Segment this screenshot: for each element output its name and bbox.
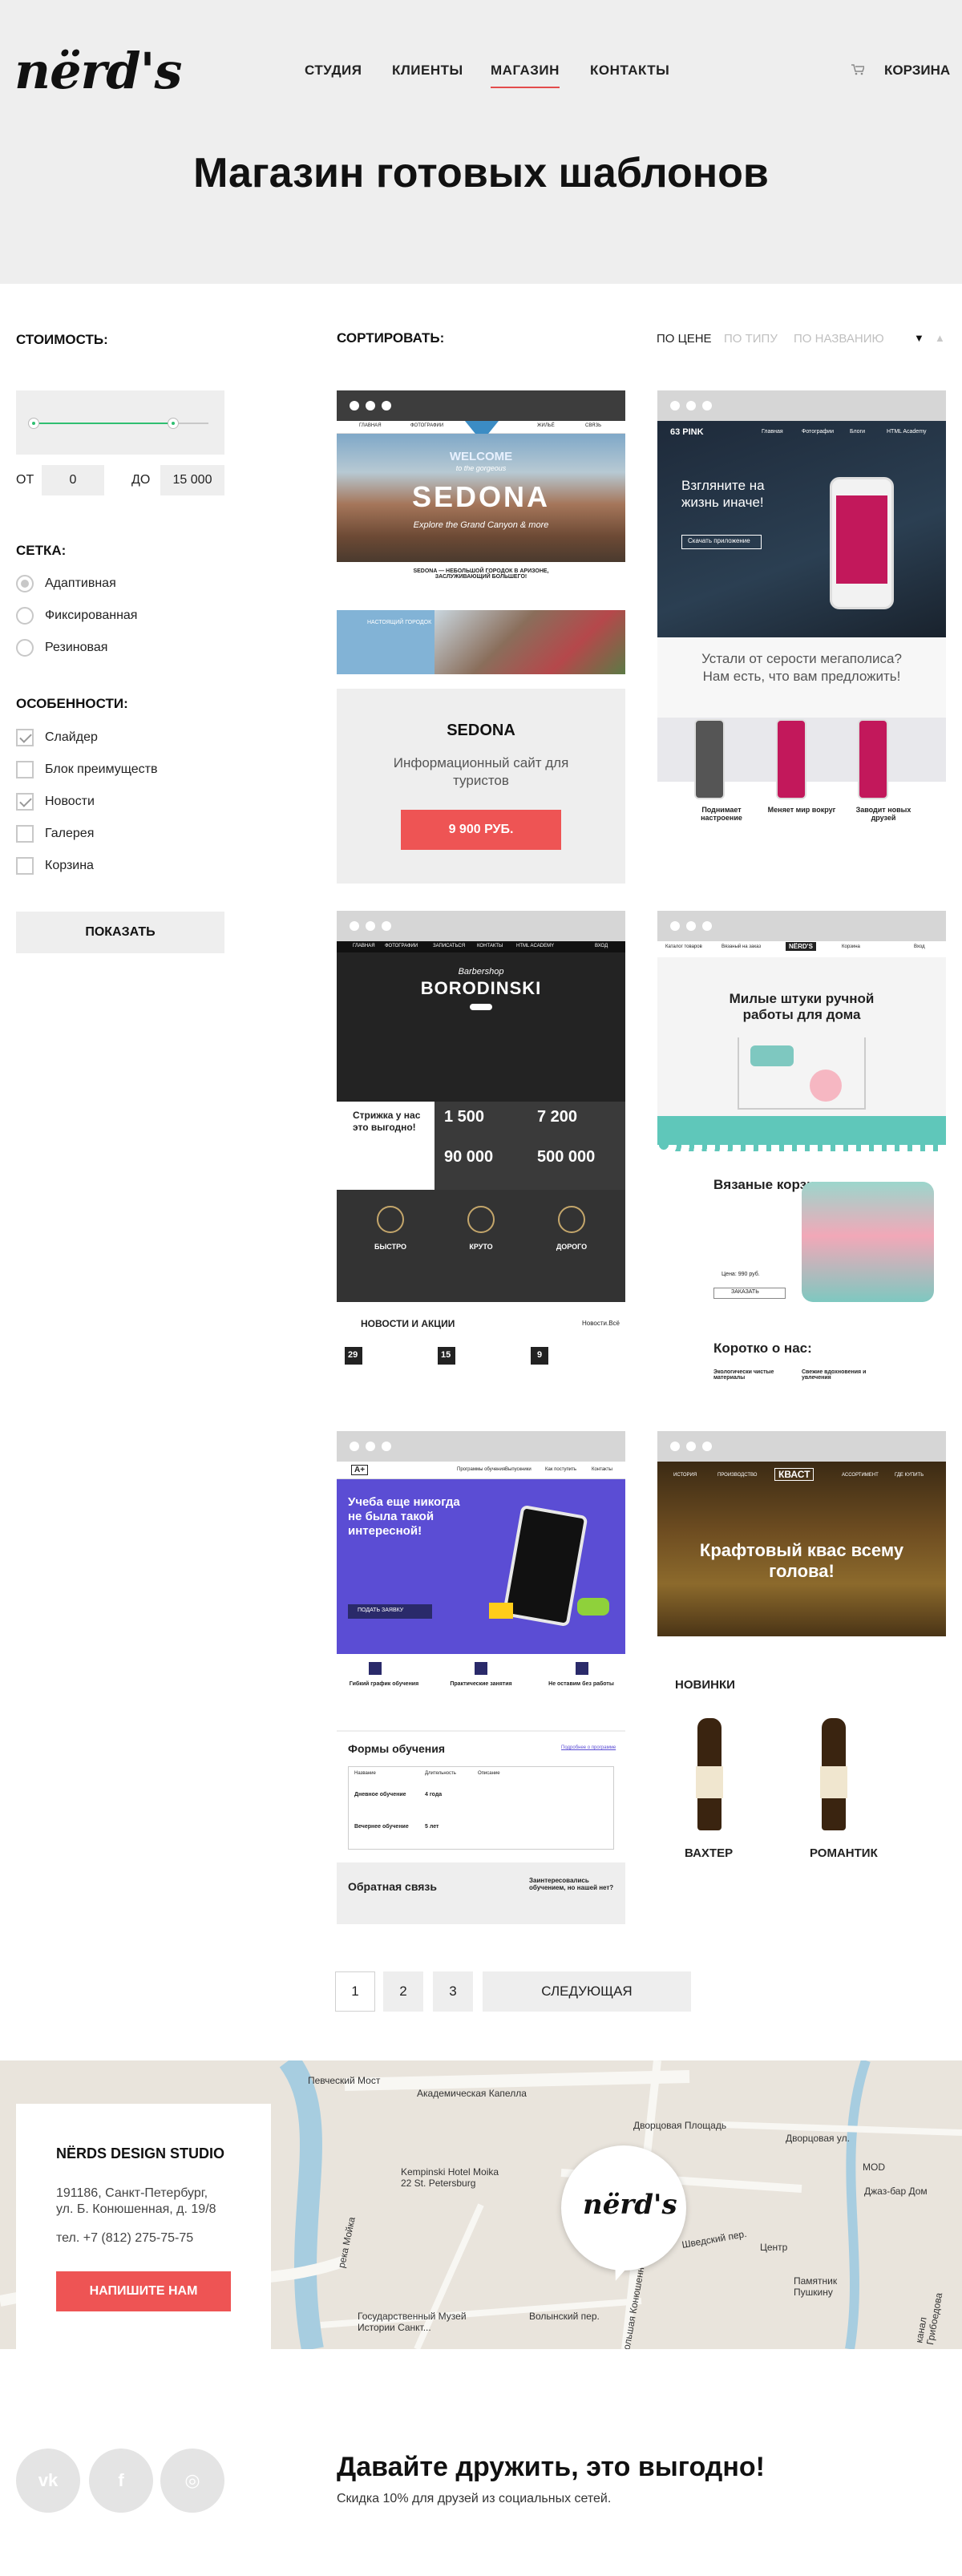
window-bar [657,390,946,421]
option-label: Слайдер [45,730,98,744]
template-preview: Каталог товаров Вязаный на заказ NËRD'S … [657,941,946,1404]
scissors-icon [377,1206,404,1233]
facebook-icon[interactable]: f [89,2449,153,2513]
checkbox[interactable] [16,729,34,746]
feature-option-news[interactable]: Новости [16,793,95,811]
option-label: Галерея [45,827,95,840]
template-preview: A+ Программы обучения Выпускники Как пос… [337,1462,625,1924]
cart-link[interactable]: КОРЗИНА [884,63,950,79]
option-label: Блок преимуществ [45,762,158,776]
page-button-2[interactable]: 2 [383,1971,423,2012]
site-logo[interactable]: nërd's [14,42,182,100]
grid-heading: СЕТКА: [16,543,67,558]
product-card-nerds-home[interactable]: Каталог товаров Вязаный на заказ NËRD'S … [657,911,946,1404]
range-handle-min[interactable] [28,418,39,429]
sort-heading: СОРТИРОВАТЬ: [337,330,445,346]
option-label: Резиновая [45,641,108,654]
window-bar [657,911,946,941]
price-heading: СТОИМОСТЬ: [16,332,108,347]
address-line-1: 191186, Санкт-Петербург, [56,2186,208,2200]
features-heading: ОСОБЕННОСТИ: [16,696,128,711]
nav-contacts[interactable]: КОНТАКТЫ [590,63,669,79]
footer-heading: Давайте дружить, это выгодно! [337,2452,766,2482]
sort-desc-icon[interactable]: ▼ [914,332,924,344]
grid-option-fixed[interactable]: Фиксированная [16,607,137,625]
product-card-academy[interactable]: A+ Программы обучения Выпускники Как пос… [337,1431,625,1924]
footer-subheading: Скидка 10% для друзей из социальных сете… [337,2492,612,2505]
razor-icon [558,1206,585,1233]
range-fill [34,423,174,424]
feature-option-benefits[interactable]: Блок преимуществ [16,761,157,778]
buy-button[interactable]: 9 900 РУБ. [401,810,561,850]
feature-option-gallery[interactable]: Галерея [16,825,94,843]
instagram-icon[interactable]: ◎ [160,2449,224,2513]
checkbox[interactable] [16,793,34,811]
cart-icon[interactable] [851,64,864,75]
product-card-kvas[interactable]: ИСТОРИЯ ПРОИЗВОДСТВО КВАСТ АССОРТИМЕНТ Г… [657,1431,946,1924]
radio-button[interactable] [16,639,34,657]
vk-icon[interactable]: vk [16,2449,80,2513]
template-preview: ГЛАВНАЯ ФОТОГРАФИИ ЖИЛЬЁ СВЯЗЬ WELCOME t… [337,421,625,689]
sort-by-type[interactable]: ПО ТИПУ [724,332,778,346]
sort-by-price[interactable]: ПО ЦЕНЕ [657,332,712,346]
sort-by-name[interactable]: ПО НАЗВАНИЮ [794,332,884,346]
product-card-pink[interactable]: 63 PINK Главная Фотографии Блоги HTML Ac… [657,390,946,884]
option-label: Новости [45,795,95,808]
map-marker-logo: nërd's [583,2189,677,2221]
mustache-icon [467,1206,495,1233]
template-preview: ГЛАВНАЯ ФОТОГРАФИИ ЗАПИСАТЬСЯ КОНТАКТЫ H… [337,941,625,1404]
price-from-label: ОТ [16,473,34,487]
feature-option-cart[interactable]: Корзина [16,857,94,875]
price-to-label: ДО [131,473,151,487]
address-line-2: ул. Б. Конюшенная, д. 19/8 [56,2202,216,2216]
option-label: Фиксированная [45,609,138,622]
show-button[interactable]: ПОКАЗАТЬ [16,912,224,953]
write-us-button[interactable]: НАПИШИТЕ НАМ [56,2271,231,2311]
briefcase-icon [576,1662,588,1675]
range-handle-max[interactable] [168,418,180,429]
mustache-icon [470,1004,492,1010]
product-card-borodinski[interactable]: ГЛАВНАЯ ФОТОГРАФИИ ЗАПИСАТЬСЯ КОНТАКТЫ H… [337,911,625,1404]
window-bar [657,1431,946,1462]
nav-shop[interactable]: МАГАЗИН [491,63,560,88]
page-button-3[interactable]: 3 [433,1971,473,2012]
grid-option-fluid[interactable]: Резиновая [16,639,107,657]
product-card-sedona[interactable]: ГЛАВНАЯ ФОТОГРАФИИ ЖИЛЬЁ СВЯЗЬ WELCOME t… [337,390,625,884]
window-bar [337,1431,625,1462]
nav-clients[interactable]: КЛИЕНТЫ [392,63,463,79]
radio-button[interactable] [16,607,34,625]
checkbox[interactable] [16,761,34,778]
studio-name: NËRDS DESIGN STUDIO [56,2145,225,2161]
price-range-slider[interactable] [16,390,224,455]
price-to-input[interactable] [160,465,224,495]
window-bar [337,390,625,421]
checkbox[interactable] [16,825,34,843]
grid-option-adaptive[interactable]: Адаптивная [16,575,116,592]
phone-number: тел. +7 (812) 275-75-75 [56,2231,194,2245]
nav-studio[interactable]: СТУДИЯ [305,63,362,79]
price-from-input[interactable] [42,465,104,495]
page-title: Магазин готовых шаблонов [193,150,769,196]
option-label: Адаптивная [45,576,116,590]
product-name: SEDONA [447,722,515,739]
window-bar [337,911,625,941]
product-description: Информационный сайт для туристов [393,755,569,788]
page-button-1[interactable]: 1 [335,1971,375,2012]
sort-asc-icon[interactable]: ▲ [935,332,945,344]
template-preview: 63 PINK Главная Фотографии Блоги HTML Ac… [657,421,946,884]
template-preview: ИСТОРИЯ ПРОИЗВОДСТВО КВАСТ АССОРТИМЕНТ Г… [657,1462,946,1924]
checkbox[interactable] [16,857,34,875]
site-header: nërd's СТУДИЯ КЛИЕНТЫ МАГАЗИН КОНТАКТЫ К… [0,0,962,284]
feature-option-slider[interactable]: Слайдер [16,729,98,746]
calendar-icon [369,1662,382,1675]
next-page-button[interactable]: СЛЕДУЮЩАЯ [483,1971,691,2012]
tools-icon [475,1662,487,1675]
contacts-card [16,2104,271,2352]
radio-button[interactable] [16,575,34,592]
option-label: Корзина [45,859,94,872]
phone-mockup [830,477,894,609]
